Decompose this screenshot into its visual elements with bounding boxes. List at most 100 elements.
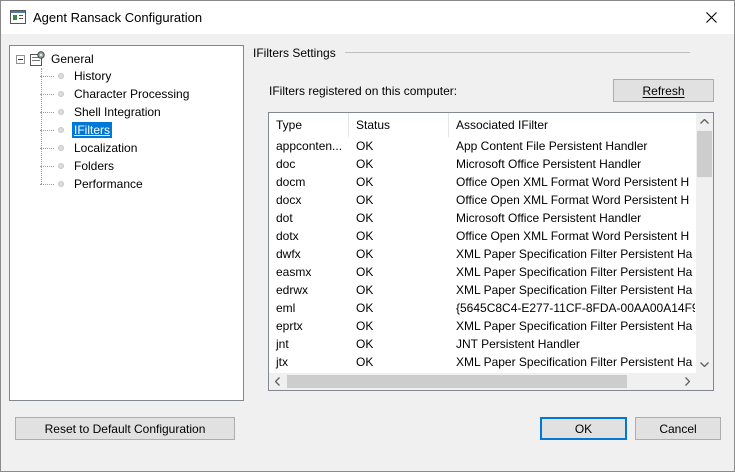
cell-status: OK	[356, 211, 374, 225]
cell-associated-ifilter: Office Open XML Format Word Persistent H	[456, 229, 690, 243]
cell-status: OK	[356, 301, 374, 315]
tree-item-character-processing[interactable]: Character Processing	[40, 85, 191, 103]
cell-type: eml	[276, 301, 296, 315]
tree-root-general[interactable]: General	[16, 50, 96, 68]
cell-associated-ifilter: {5645C8C4-E277-11CF-8FDA-00AA00A14F9	[456, 301, 695, 315]
cell-type: jtx	[276, 355, 288, 369]
vertical-scroll-thumb[interactable]	[697, 131, 712, 177]
cell-associated-ifilter: XML Paper Specification Filter Persisten…	[456, 265, 693, 279]
cell-status: OK	[356, 247, 374, 261]
cell-type: dwfx	[276, 247, 301, 261]
window-title: Agent Ransack Configuration	[33, 10, 203, 25]
column-header-type[interactable]: Type	[269, 113, 349, 137]
cell-type: jnt	[276, 337, 289, 351]
tree-item-label: Localization	[74, 141, 138, 155]
cell-status: OK	[356, 175, 374, 189]
app-config-icon	[10, 10, 26, 24]
list-header: Type Status Associated IFilter	[269, 113, 696, 137]
tree-item-localization[interactable]: Localization	[40, 139, 139, 157]
horizontal-scroll-thumb[interactable]	[287, 375, 627, 388]
cell-type: dot	[276, 211, 293, 225]
cell-associated-ifilter: Office Open XML Format Word Persistent H	[456, 175, 690, 189]
tree-root-label: General	[51, 52, 94, 66]
column-header-status[interactable]: Status	[349, 113, 449, 137]
bullet-icon	[58, 127, 64, 133]
cell-status: OK	[356, 337, 374, 351]
ok-button[interactable]: OK	[540, 417, 627, 440]
cell-type: docm	[276, 175, 306, 189]
cell-status: OK	[356, 193, 374, 207]
cell-status: OK	[356, 319, 374, 333]
bullet-icon	[58, 91, 64, 97]
cell-associated-ifilter: XML Paper Specification Filter Persisten…	[456, 283, 693, 297]
horizontal-scrollbar[interactable]	[269, 373, 696, 390]
bullet-icon	[58, 163, 64, 169]
settings-tree[interactable]: General History Character Processing She…	[9, 45, 244, 401]
table-row[interactable]: dwfx OK XML Paper Specification Filter Per…	[269, 245, 695, 263]
table-row[interactable]: edrwx OK XML Paper Specification Filter Pe…	[269, 281, 695, 299]
cell-status: OK	[356, 229, 374, 243]
ok-label: OK	[574, 421, 593, 436]
reset-default-label: Reset to Default Configuration	[44, 421, 206, 436]
tree-item-ifilters[interactable]: IFilters	[40, 121, 112, 139]
cell-associated-ifilter: Microsoft Office Persistent Handler	[456, 211, 642, 225]
table-row[interactable]: appconten... OK App Content File Persisten…	[269, 137, 695, 155]
table-row[interactable]: docm OK Office Open XML Format Word Persis…	[269, 173, 695, 191]
tree-item-performance[interactable]: Performance	[40, 175, 145, 193]
scrollbar-corner	[696, 373, 713, 390]
cell-type: doc	[276, 157, 296, 171]
table-row[interactable]: easmx OK XML Paper Specification Filter Pe…	[269, 263, 695, 281]
scroll-down-icon[interactable]	[696, 356, 713, 373]
cell-status: OK	[356, 265, 374, 279]
table-row[interactable]: docx OK Office Open XML Format Word Persis…	[269, 191, 695, 209]
cell-status: OK	[356, 157, 374, 171]
cancel-button[interactable]: Cancel	[635, 417, 721, 440]
close-button[interactable]	[688, 1, 734, 33]
table-row[interactable]: dot OK Microsoft Office Persistent Handler	[269, 209, 695, 227]
list-rows: appconten... OK App Content File Persisten…	[269, 137, 695, 371]
tree-item-label: Performance	[74, 177, 143, 191]
table-row[interactable]: eml OK {5645C8C4-E277-11CF-8FDA-00AA00A14F…	[269, 299, 695, 317]
table-row[interactable]: jtx OK XML Paper Specification Filter Pers…	[269, 353, 695, 371]
cell-status: OK	[356, 355, 374, 369]
tree-item-history[interactable]: History	[40, 67, 113, 85]
tree-item-label: Folders	[74, 159, 115, 173]
tree-item-folders[interactable]: Folders	[40, 157, 116, 175]
vertical-scrollbar[interactable]	[696, 113, 713, 373]
bullet-icon	[58, 109, 64, 115]
table-row[interactable]: eprtx OK XML Paper Specification Filter Pe…	[269, 317, 695, 335]
table-row[interactable]: dotx OK Office Open XML Format Word Persis…	[269, 227, 695, 245]
scroll-right-icon[interactable]	[679, 373, 696, 390]
tree-item-label: Character Processing	[74, 87, 190, 101]
column-header-associated-ifilter[interactable]: Associated IFilter	[449, 113, 695, 137]
cell-type: eprtx	[276, 319, 303, 333]
cell-associated-ifilter: App Content File Persistent Handler	[456, 139, 648, 153]
cell-associated-ifilter: Microsoft Office Persistent Handler	[456, 157, 642, 171]
bullet-icon	[58, 145, 64, 151]
group-title: IFilters Settings	[253, 46, 336, 60]
refresh-button[interactable]: Refresh	[613, 79, 714, 102]
scroll-up-icon[interactable]	[696, 113, 713, 130]
collapse-icon[interactable]	[16, 54, 25, 64]
ifilters-list[interactable]: Type Status Associated IFilter appconten…	[268, 112, 714, 391]
cell-type: dotx	[276, 229, 299, 243]
tree-item-label: Shell Integration	[74, 105, 161, 119]
settings-icon	[29, 51, 45, 67]
cell-associated-ifilter: JNT Persistent Handler	[456, 337, 580, 351]
config-dialog: Agent Ransack Configuration General Hist…	[0, 0, 735, 472]
cell-type: appconten...	[276, 139, 343, 153]
scroll-left-icon[interactable]	[269, 373, 286, 390]
tree-item-shell-integration[interactable]: Shell Integration	[40, 103, 163, 121]
cell-type: docx	[276, 193, 302, 207]
bullet-icon	[58, 181, 64, 187]
cell-associated-ifilter: XML Paper Specification Filter Persisten…	[456, 355, 693, 369]
cancel-label: Cancel	[659, 421, 697, 436]
close-icon	[705, 11, 717, 23]
refresh-button-label: Refresh	[642, 83, 685, 98]
tree-item-label-selected: IFilters	[72, 122, 112, 138]
table-row[interactable]: jnt OK JNT Persistent Handler	[269, 335, 695, 353]
cell-status: OK	[356, 283, 374, 297]
cell-associated-ifilter: Office Open XML Format Word Persistent H	[456, 193, 690, 207]
table-row[interactable]: doc OK Microsoft Office Persistent Handler	[269, 155, 695, 173]
reset-default-button[interactable]: Reset to Default Configuration	[15, 417, 235, 440]
